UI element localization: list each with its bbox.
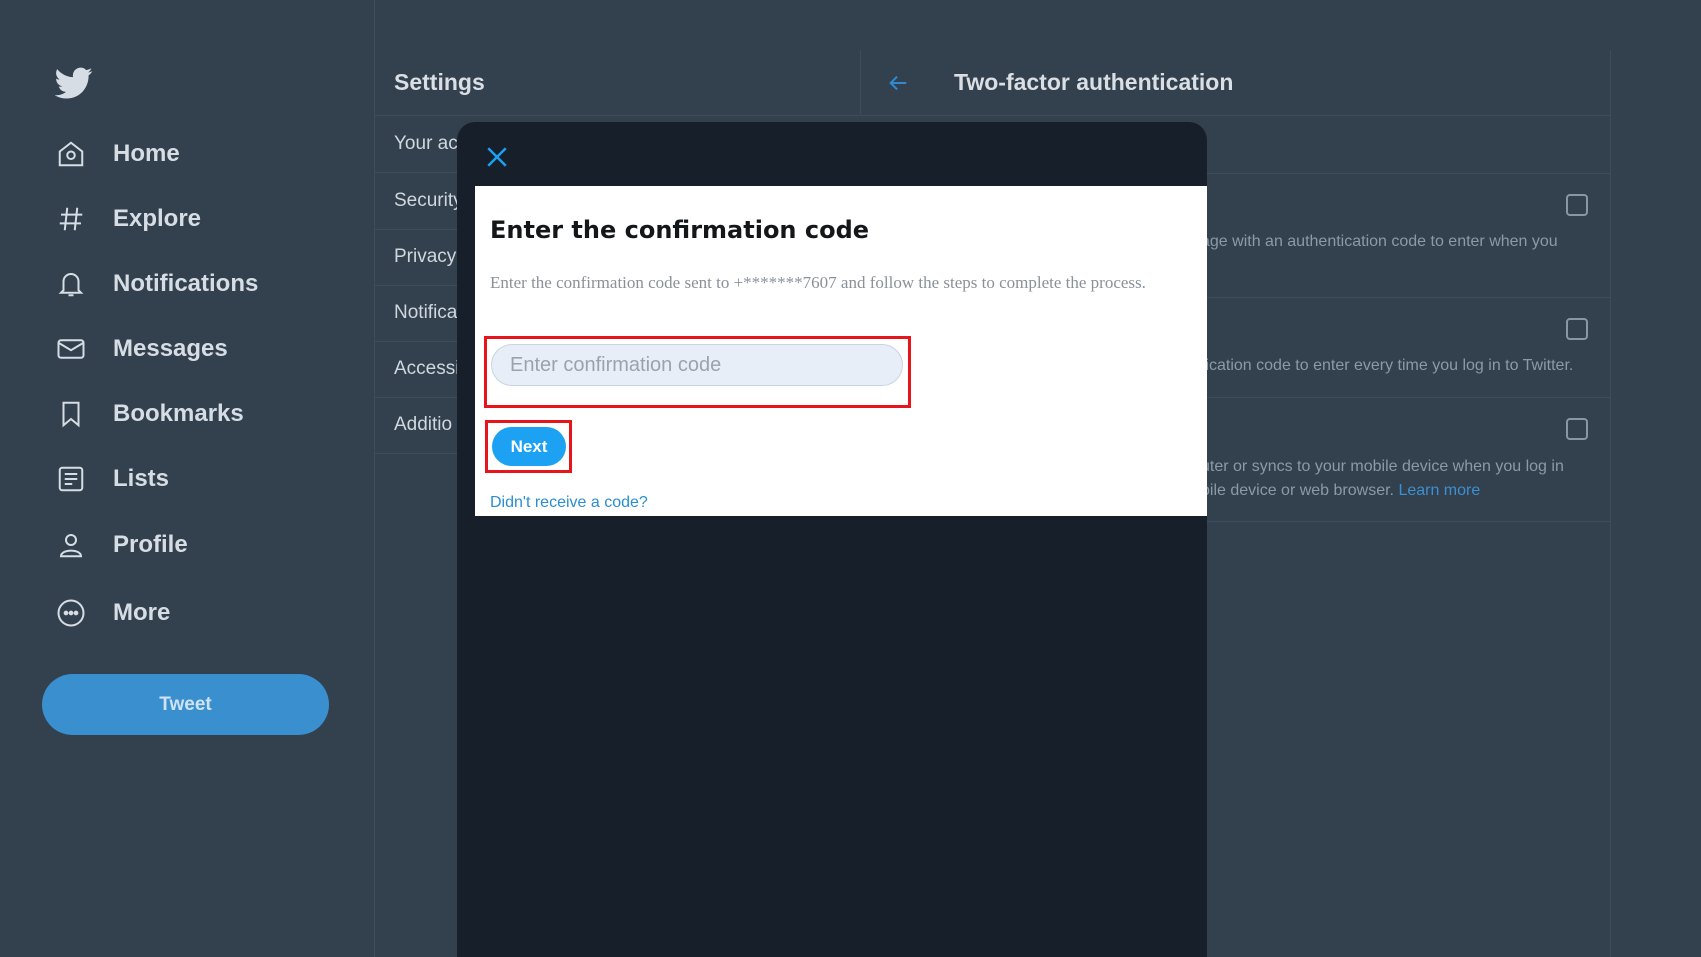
settings-item-label: Security [394,190,463,211]
option-description: uter or syncs to your mobile device when… [1201,458,1564,475]
option-checkbox[interactable] [1566,194,1588,216]
nav-item-notifications[interactable]: Notifications [55,259,258,309]
close-icon[interactable] [482,142,512,172]
settings-item-label: Notifica [394,302,458,323]
nav-item-bookmarks[interactable]: Bookmarks [55,389,244,439]
nav-label-home: Home [113,140,180,167]
list-icon [55,463,87,495]
settings-item-label: Accessil [394,358,464,379]
nav-item-profile[interactable]: Profile [55,520,188,570]
envelope-icon [55,333,87,365]
more-icon [55,597,87,629]
bell-icon [55,268,87,300]
modal-heading: Enter the confirmation code [490,216,870,244]
learn-more-link[interactable]: Learn more [1398,482,1480,499]
nav-label-explore: Explore [113,205,202,232]
nav-label-bookmarks: Bookmarks [113,400,244,427]
nav-label-messages: Messages [113,335,228,362]
confirmation-modal: Enter the confirmation code Enter the co… [457,122,1207,957]
bookmark-icon [55,398,87,430]
twitter-logo-icon[interactable] [55,64,93,102]
nav-label-notifications: Notifications [113,270,259,297]
option-checkbox[interactable] [1566,318,1588,340]
settings-item-label: Privacy [394,246,457,267]
home-icon [55,138,87,170]
nav-item-more[interactable]: More [55,588,170,638]
modal-instructions: Enter the confirmation code sent to +***… [490,273,1146,292]
nav-item-lists[interactable]: Lists [55,454,169,504]
confirmation-panel: Enter the confirmation code Enter the co… [475,186,1207,516]
left-navigation: Home Explore Notifications Messages Book… [0,0,374,957]
option-description: age with an authentication code to enter… [1201,233,1558,250]
page-title: Two-factor authentication [954,69,1234,95]
nav-item-home[interactable]: Home [55,129,180,179]
option-checkbox[interactable] [1566,418,1588,440]
settings-item-label: Additio [394,414,453,435]
nav-label-more: More [113,599,171,626]
settings-header: Settings [375,50,860,116]
next-button[interactable]: Next [492,427,566,466]
confirmation-code-input[interactable] [491,344,903,386]
back-arrow-icon[interactable] [887,72,909,94]
resend-code-link[interactable]: Didn't receive a code? [490,494,648,512]
option-description-text: bile device or web browser. [1201,482,1394,499]
person-icon [55,529,87,561]
two-factor-header: Two-factor authentication [861,50,1611,116]
nav-item-messages[interactable]: Messages [55,324,228,374]
nav-label-lists: Lists [113,465,170,492]
hashtag-icon [55,203,87,235]
option-description: fication code to enter every time you lo… [1201,357,1574,374]
option-description-line2: bile device or web browser. Learn more [1201,479,1480,503]
settings-title: Settings [394,69,485,95]
tweet-button[interactable]: Tweet [42,674,329,735]
nav-label-profile: Profile [113,531,188,558]
nav-item-explore[interactable]: Explore [55,194,201,244]
